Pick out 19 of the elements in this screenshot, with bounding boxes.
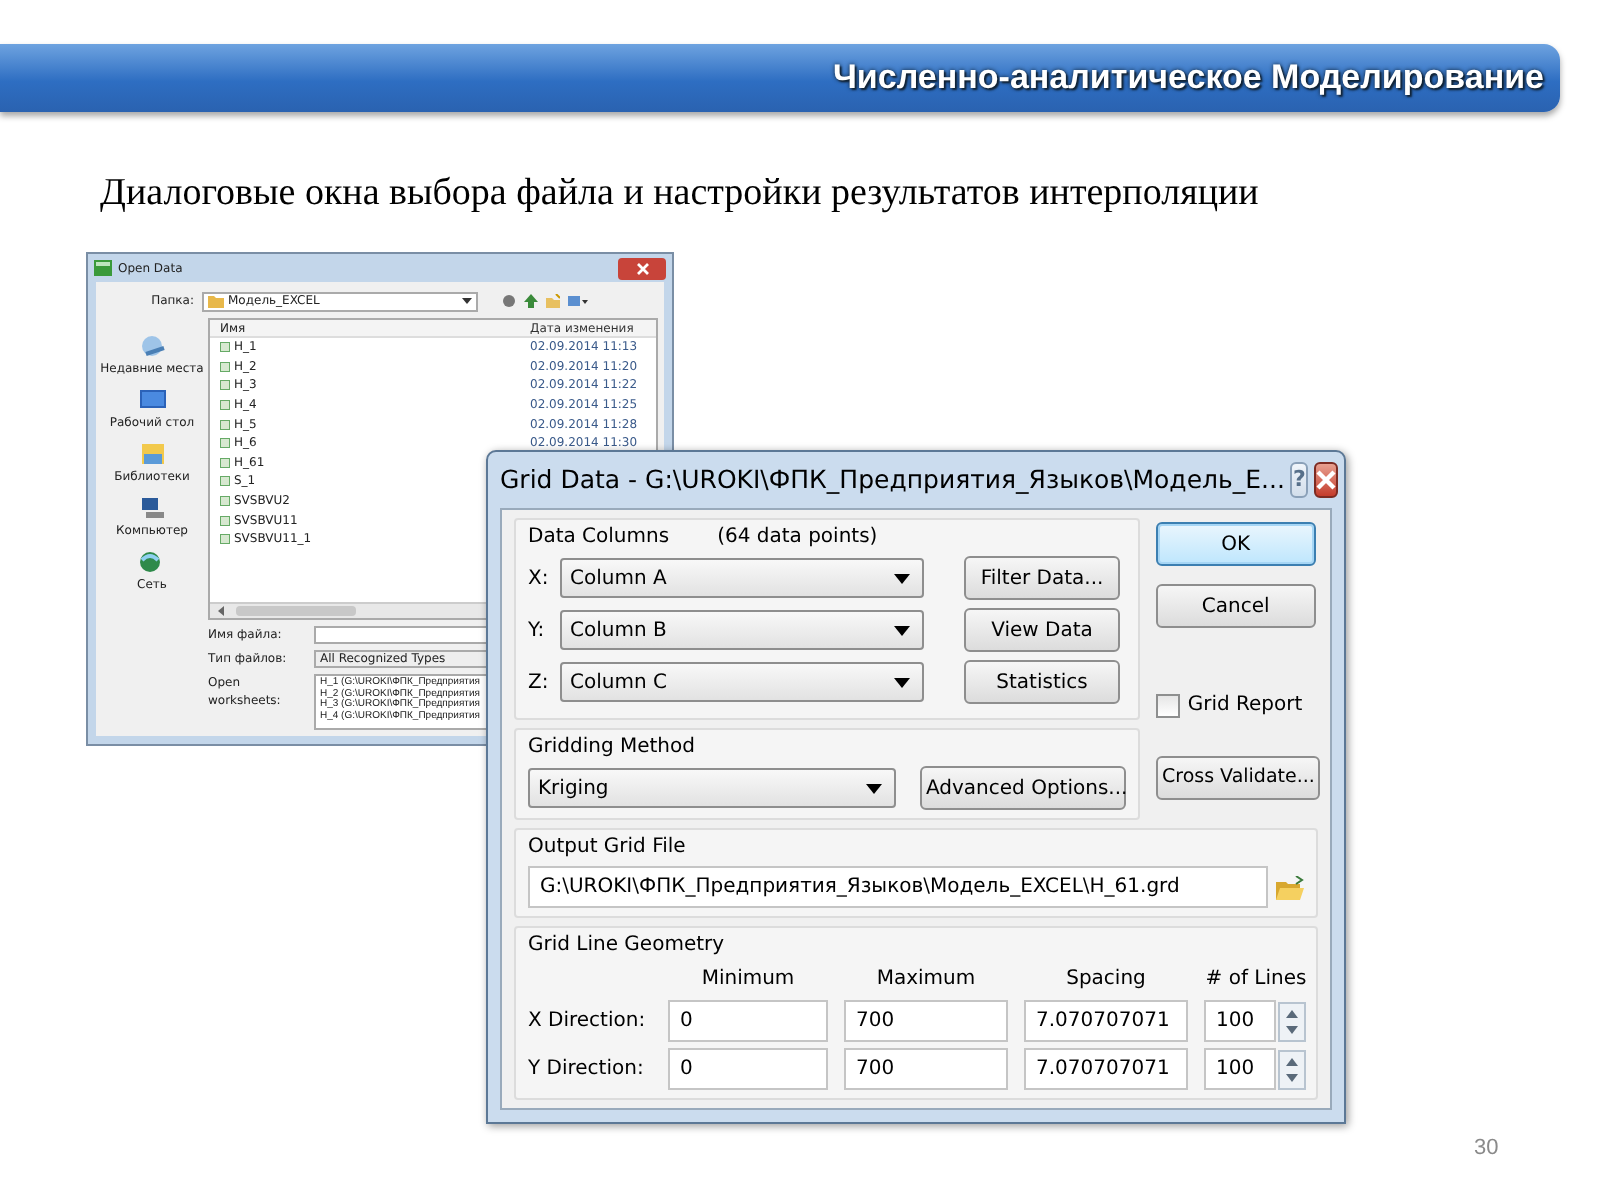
group-label: Output Grid File (528, 834, 688, 862)
checkbox-label: Grid Report (1187, 692, 1303, 720)
slide-title: Численно-аналитическое Моделирование (832, 56, 1544, 101)
row-label: Y Direction: (528, 1056, 646, 1084)
column-header: Minimum (699, 966, 797, 994)
window-title: Grid Data - G:\UROKI\ФПК_Предприятия_Языков\Модель_E... (500, 461, 1285, 498)
group-label: Gridding Method (528, 734, 697, 762)
axis-label: Y: (528, 617, 547, 645)
axis-label: X: (528, 565, 551, 593)
column-header: # of Lines (1204, 966, 1308, 994)
slide-subtitle: Диалоговые окна выбора файла и настройки результатов интерполяции (100, 170, 1259, 218)
group-label: Grid Line Geometry (528, 932, 727, 960)
axis-label: Z: (528, 669, 551, 697)
group-label: Data Columns (528, 524, 670, 552)
column-header: Spacing (1064, 966, 1148, 994)
data-point-count: (64 data points) (717, 524, 878, 552)
column-header: Maximum (874, 966, 978, 994)
page-number: 30 (1474, 1134, 1499, 1164)
row-label: X Direction: (528, 1008, 648, 1036)
